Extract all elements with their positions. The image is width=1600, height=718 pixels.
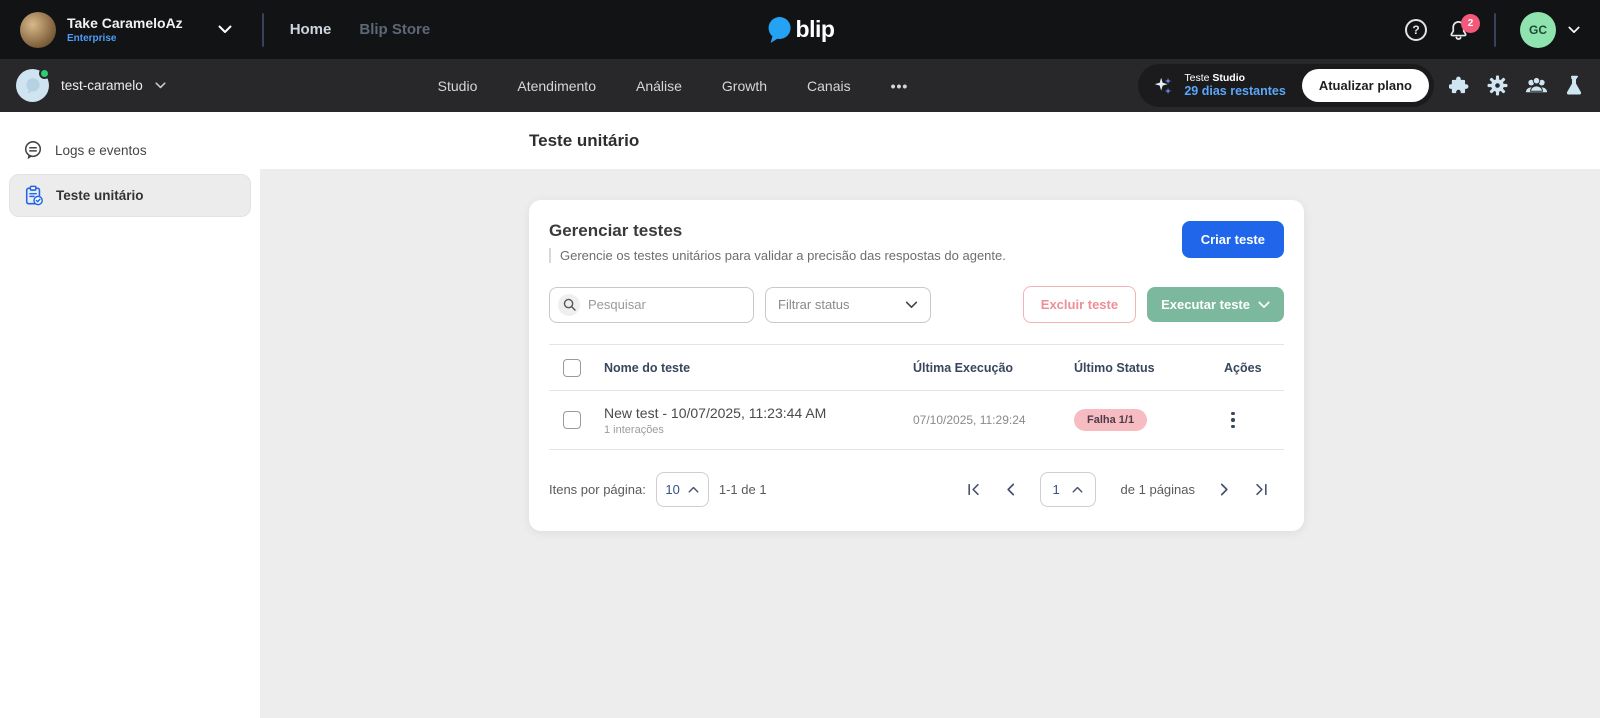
first-page-button[interactable] [967, 483, 981, 496]
column-header-acoes: Ações [1224, 361, 1284, 375]
sidebar-item-logs-e-eventos[interactable]: Logs e eventos [9, 130, 251, 170]
account-switcher[interactable]: Take CarameloAz Enterprise [20, 12, 232, 48]
chevron-up-icon [1072, 486, 1083, 493]
account-avatar [20, 12, 56, 48]
table-header: Nome do teste Última Execução Último Sta… [549, 344, 1284, 391]
test-name: New test - 10/07/2025, 11:23:44 AM [604, 405, 913, 421]
chevron-up-icon [688, 486, 699, 493]
trial-days-remaining: 29 dias restantes [1184, 84, 1285, 99]
online-status-dot [39, 68, 50, 79]
test-interactions: 1 interações [604, 424, 913, 436]
total-pages-label: de 1 páginas [1121, 482, 1195, 497]
search-input[interactable] [588, 297, 745, 312]
page-select[interactable]: 1 [1040, 472, 1096, 507]
sidebar-item-label: Logs e eventos [55, 143, 147, 158]
last-page-button[interactable] [1254, 483, 1268, 496]
tab-atendimento[interactable]: Atendimento [517, 78, 596, 94]
items-per-page-label: Itens por página: [549, 482, 646, 497]
card-title: Gerenciar testes [549, 221, 1006, 241]
previous-page-button[interactable] [1006, 483, 1015, 496]
tab-studio[interactable]: Studio [438, 78, 478, 94]
chevron-down-icon[interactable] [155, 82, 166, 89]
column-header-nome: Nome do teste [604, 361, 913, 375]
help-icon[interactable]: ? [1405, 19, 1427, 41]
gear-icon[interactable] [1487, 75, 1508, 96]
items-per-page-select[interactable]: 10 [656, 472, 709, 507]
sidebar-item-label: Teste unitário [56, 188, 144, 203]
card-subtitle: Gerencie os testes unitários para valida… [549, 248, 1006, 263]
last-execution: 07/10/2025, 11:29:24 [913, 413, 1074, 427]
notifications-button[interactable]: 2 [1447, 18, 1470, 42]
nav-blip-store[interactable]: Blip Store [359, 21, 430, 38]
bot-switcher[interactable]: test-caramelo [16, 69, 166, 102]
notification-badge: 2 [1461, 14, 1480, 33]
column-header-ultima-execucao: Última Execução [913, 361, 1074, 375]
column-header-ultimo-status: Último Status [1074, 361, 1224, 375]
search-box[interactable] [549, 287, 754, 323]
tab-growth[interactable]: Growth [722, 78, 767, 94]
blip-logo: blip [766, 15, 835, 45]
sidebar-item-teste-unitario[interactable]: Teste unitário [9, 174, 251, 217]
account-name: Take CarameloAz [67, 15, 183, 33]
run-test-button[interactable]: Executar teste [1147, 287, 1284, 322]
bot-avatar [16, 69, 49, 102]
tab-analise[interactable]: Análise [636, 78, 682, 94]
people-icon[interactable] [1525, 75, 1548, 96]
row-checkbox[interactable] [563, 411, 581, 429]
puzzle-icon[interactable] [1449, 75, 1470, 96]
workspace-tabs: Studio Atendimento Análise Growth Canais… [438, 78, 909, 94]
bot-balloon-icon [24, 77, 42, 95]
sparkles-icon [1152, 75, 1174, 97]
sidebar: Logs e eventos Teste unitário [0, 112, 260, 718]
next-page-button[interactable] [1220, 483, 1229, 496]
pagination: Itens por página: 10 1-1 de 1 [549, 472, 1284, 507]
user-avatar[interactable]: GC [1520, 12, 1556, 48]
upgrade-plan-button[interactable]: Atualizar plano [1302, 69, 1429, 102]
tab-canais[interactable]: Canais [807, 78, 851, 94]
blip-logo-text: blip [796, 16, 835, 43]
workspace-bar: test-caramelo Studio Atendimento Análise… [0, 59, 1600, 112]
create-test-button[interactable]: Criar teste [1182, 221, 1284, 258]
chevron-down-icon [905, 301, 918, 309]
blip-balloon-icon [766, 15, 794, 45]
status-badge: Falha 1/1 [1074, 409, 1147, 431]
page-header: Teste unitário [260, 112, 1600, 169]
divider [262, 13, 264, 47]
search-icon [558, 294, 580, 316]
row-actions-menu-icon[interactable] [1224, 412, 1242, 429]
pagination-range: 1-1 de 1 [719, 482, 767, 497]
flask-icon[interactable] [1565, 75, 1584, 97]
tab-more[interactable]: ••• [891, 78, 909, 94]
trial-plan-pill: Teste Studio 29 dias restantes Atualizar… [1138, 64, 1434, 107]
chevron-down-icon [1258, 301, 1270, 309]
page-title: Teste unitário [529, 131, 639, 151]
select-all-checkbox[interactable] [563, 359, 581, 377]
clipboard-check-icon [24, 185, 44, 206]
tests-table: Nome do teste Última Execução Último Sta… [549, 344, 1284, 450]
chevron-down-icon[interactable] [1568, 26, 1580, 34]
nav-home[interactable]: Home [290, 21, 332, 38]
chevron-down-icon[interactable] [218, 25, 232, 34]
delete-test-button[interactable]: Excluir teste [1023, 286, 1136, 323]
bot-name: test-caramelo [61, 78, 143, 93]
trial-plan-name: Teste Studio [1184, 72, 1285, 85]
table-row[interactable]: New test - 10/07/2025, 11:23:44 AM 1 int… [549, 391, 1284, 450]
status-filter-label: Filtrar status [778, 297, 850, 312]
divider [1494, 13, 1496, 47]
account-plan: Enterprise [67, 33, 183, 44]
status-filter-select[interactable]: Filtrar status [765, 287, 931, 323]
manage-tests-card: Gerenciar testes Gerencie os testes unit… [529, 200, 1304, 531]
top-bar: Take CarameloAz Enterprise Home Blip Sto… [0, 0, 1600, 59]
chat-logs-icon [23, 140, 43, 160]
